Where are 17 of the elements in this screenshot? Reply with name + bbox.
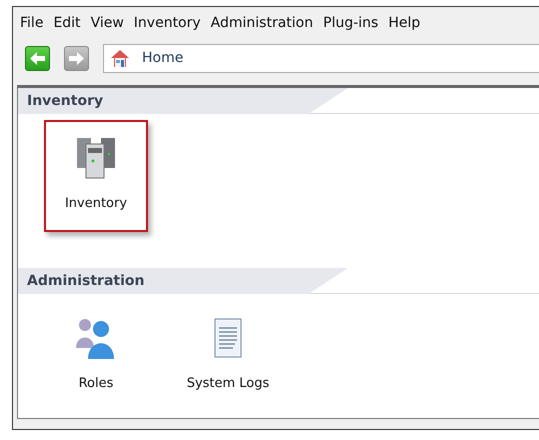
launcher-item[interactable]: System Logs bbox=[176, 300, 280, 412]
section-title: Administration bbox=[26, 273, 144, 289]
launcher-item[interactable]: Roles bbox=[44, 300, 148, 412]
right-arrow-icon bbox=[69, 52, 84, 64]
left-arrow-icon bbox=[30, 52, 45, 64]
home-icon bbox=[110, 48, 130, 68]
menu-item[interactable]: Inventory bbox=[128, 13, 206, 34]
menu-item[interactable]: View bbox=[86, 13, 129, 34]
menu-item[interactable]: Plug-ins bbox=[318, 13, 384, 34]
menu-item[interactable]: File bbox=[15, 13, 48, 34]
menu-item[interactable]: Help bbox=[383, 13, 426, 34]
launcher-item[interactable]: Inventory bbox=[44, 120, 148, 232]
menu-item[interactable]: Administration bbox=[206, 13, 318, 34]
address-bar[interactable]: Home bbox=[103, 44, 539, 72]
back-button[interactable] bbox=[25, 46, 50, 70]
menu-item[interactable]: Edit bbox=[48, 13, 86, 34]
section-title: Inventory bbox=[26, 93, 104, 109]
